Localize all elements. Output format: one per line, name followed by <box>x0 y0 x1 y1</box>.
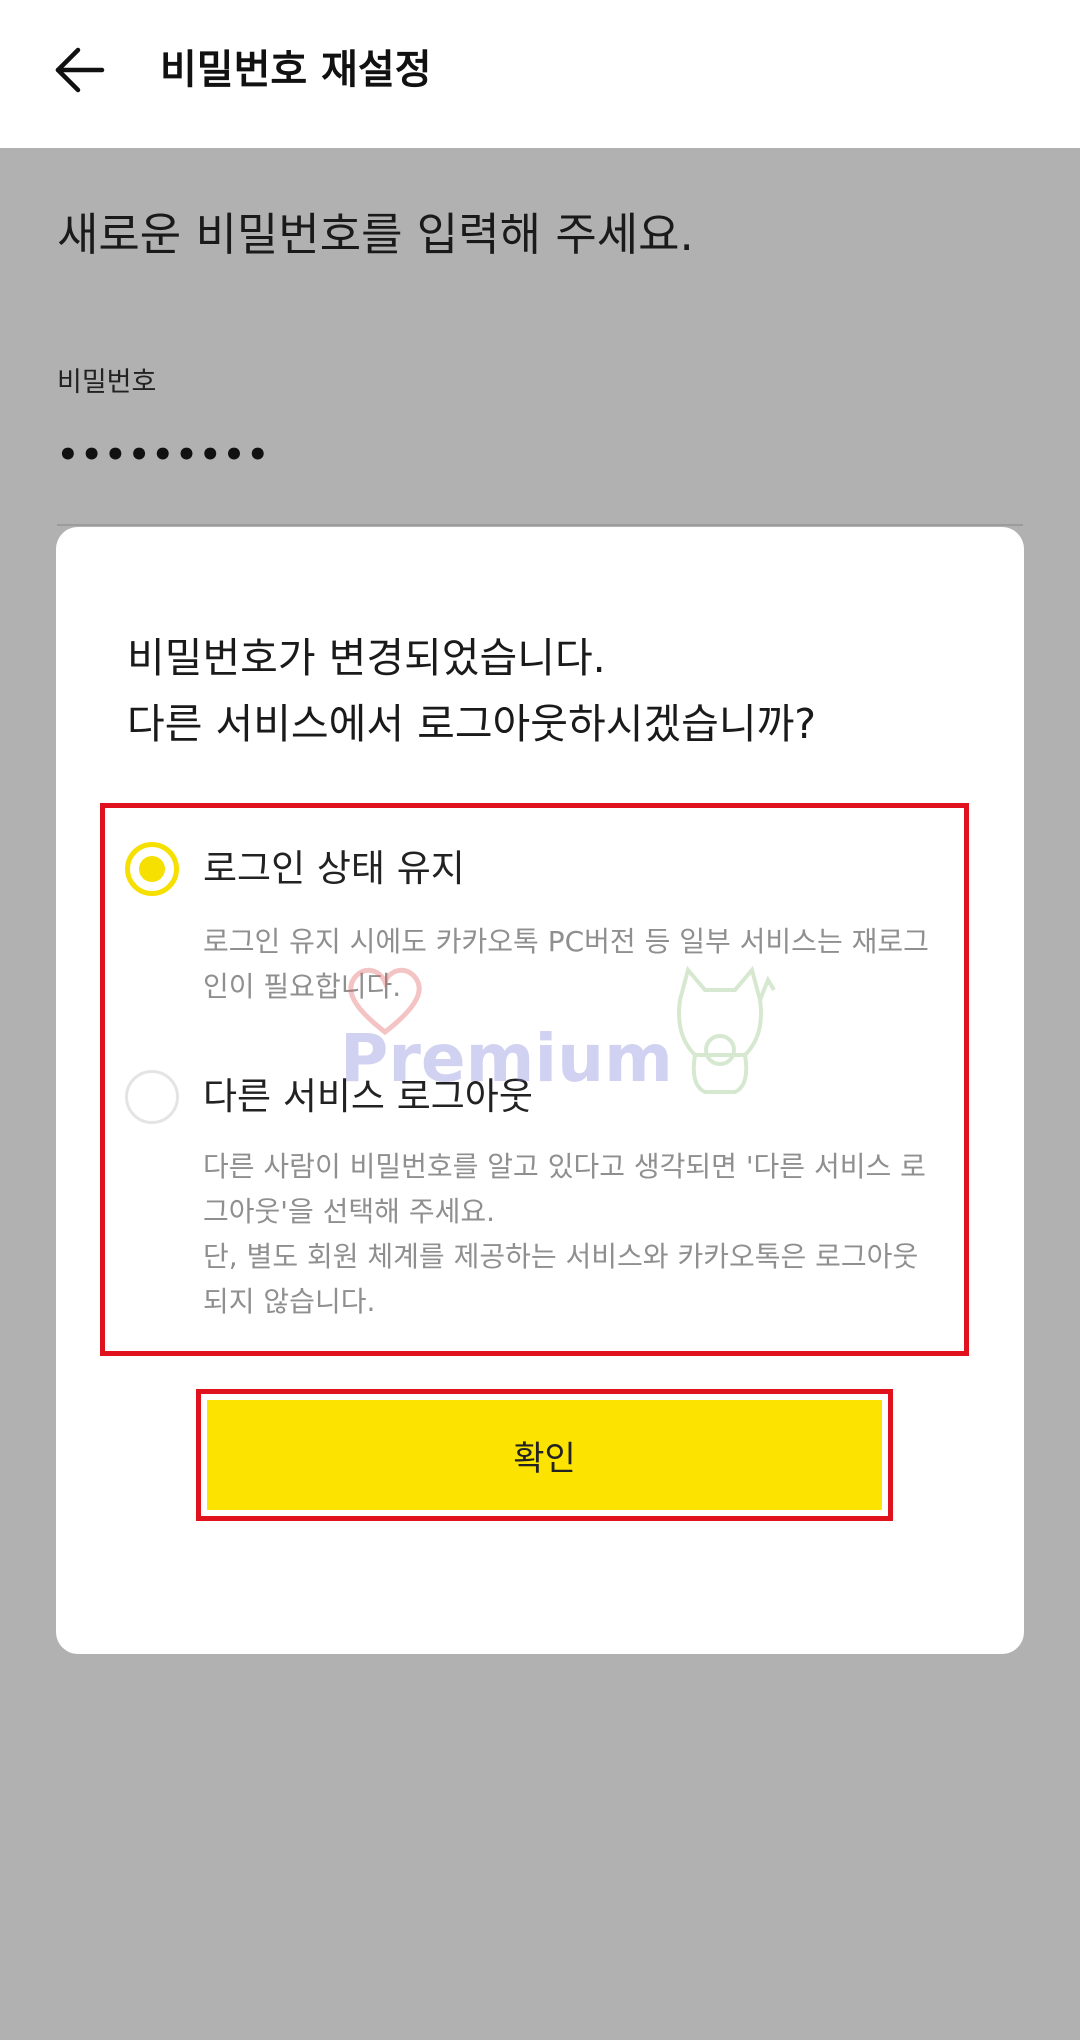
password-field[interactable]: ••••••••• <box>57 435 271 475</box>
description-line: 그아웃'을 선택해 주세요. <box>203 1195 495 1228</box>
instruction-heading: 새로운 비밀번호를 입력해 주세요. <box>57 208 694 261</box>
dialog-title-line: 다른 서비스에서 로그아웃하시겠습니까? <box>127 700 817 748</box>
password-label: 비밀번호 <box>57 367 157 398</box>
description-line: 되지 않습니다. <box>203 1285 376 1318</box>
option-logout-others[interactable]: 다른 서비스 로그아웃 다른 사람이 비밀번호를 알고 있다고 생각되면 '다른… <box>105 1070 964 1340</box>
options-highlight-box: 로그인 상태 유지 로그인 유지 시에도 카카오톡 PC버전 등 일부 서비스는… <box>100 803 969 1356</box>
confirm-highlight-box: 확인 <box>196 1389 893 1521</box>
dialog-title: 비밀번호가 변경되었습니다. 다른 서비스에서 로그아웃하시겠습니까? <box>127 625 816 757</box>
logout-dialog: 비밀번호가 변경되었습니다. 다른 서비스에서 로그아웃하시겠습니까? 로그인 … <box>56 527 1024 1654</box>
page-title: 비밀번호 재설정 <box>160 47 432 93</box>
option-description: 다른 사람이 비밀번호를 알고 있다고 생각되면 '다른 서비스 로 그아웃'을… <box>203 1144 963 1324</box>
back-button[interactable] <box>40 30 120 110</box>
description-line: 다른 사람이 비밀번호를 알고 있다고 생각되면 '다른 서비스 로 <box>203 1150 926 1183</box>
radio-unchecked-icon[interactable] <box>125 1070 179 1124</box>
description-line: 인이 필요합니다. <box>203 970 402 1003</box>
app-bar: 비밀번호 재설정 <box>0 0 1080 148</box>
radio-checked-icon[interactable] <box>125 842 179 896</box>
password-underline <box>57 524 1023 526</box>
description-line: 로그인 유지 시에도 카카오톡 PC버전 등 일부 서비스는 재로그 <box>203 925 929 958</box>
option-label: 다른 서비스 로그아웃 <box>203 1075 533 1118</box>
confirm-button[interactable]: 확인 <box>207 1400 882 1510</box>
description-line: 단, 별도 회원 체계를 제공하는 서비스와 카카오톡은 로그아웃 <box>203 1240 919 1273</box>
option-description: 로그인 유지 시에도 카카오톡 PC버전 등 일부 서비스는 재로그 인이 필요… <box>203 919 963 1009</box>
arrow-left-icon <box>55 47 105 93</box>
option-label: 로그인 상태 유지 <box>203 847 465 890</box>
option-keep-login[interactable]: 로그인 상태 유지 로그인 유지 시에도 카카오톡 PC버전 등 일부 서비스는… <box>105 838 964 1038</box>
dialog-title-line: 비밀번호가 변경되었습니다. <box>127 634 606 682</box>
